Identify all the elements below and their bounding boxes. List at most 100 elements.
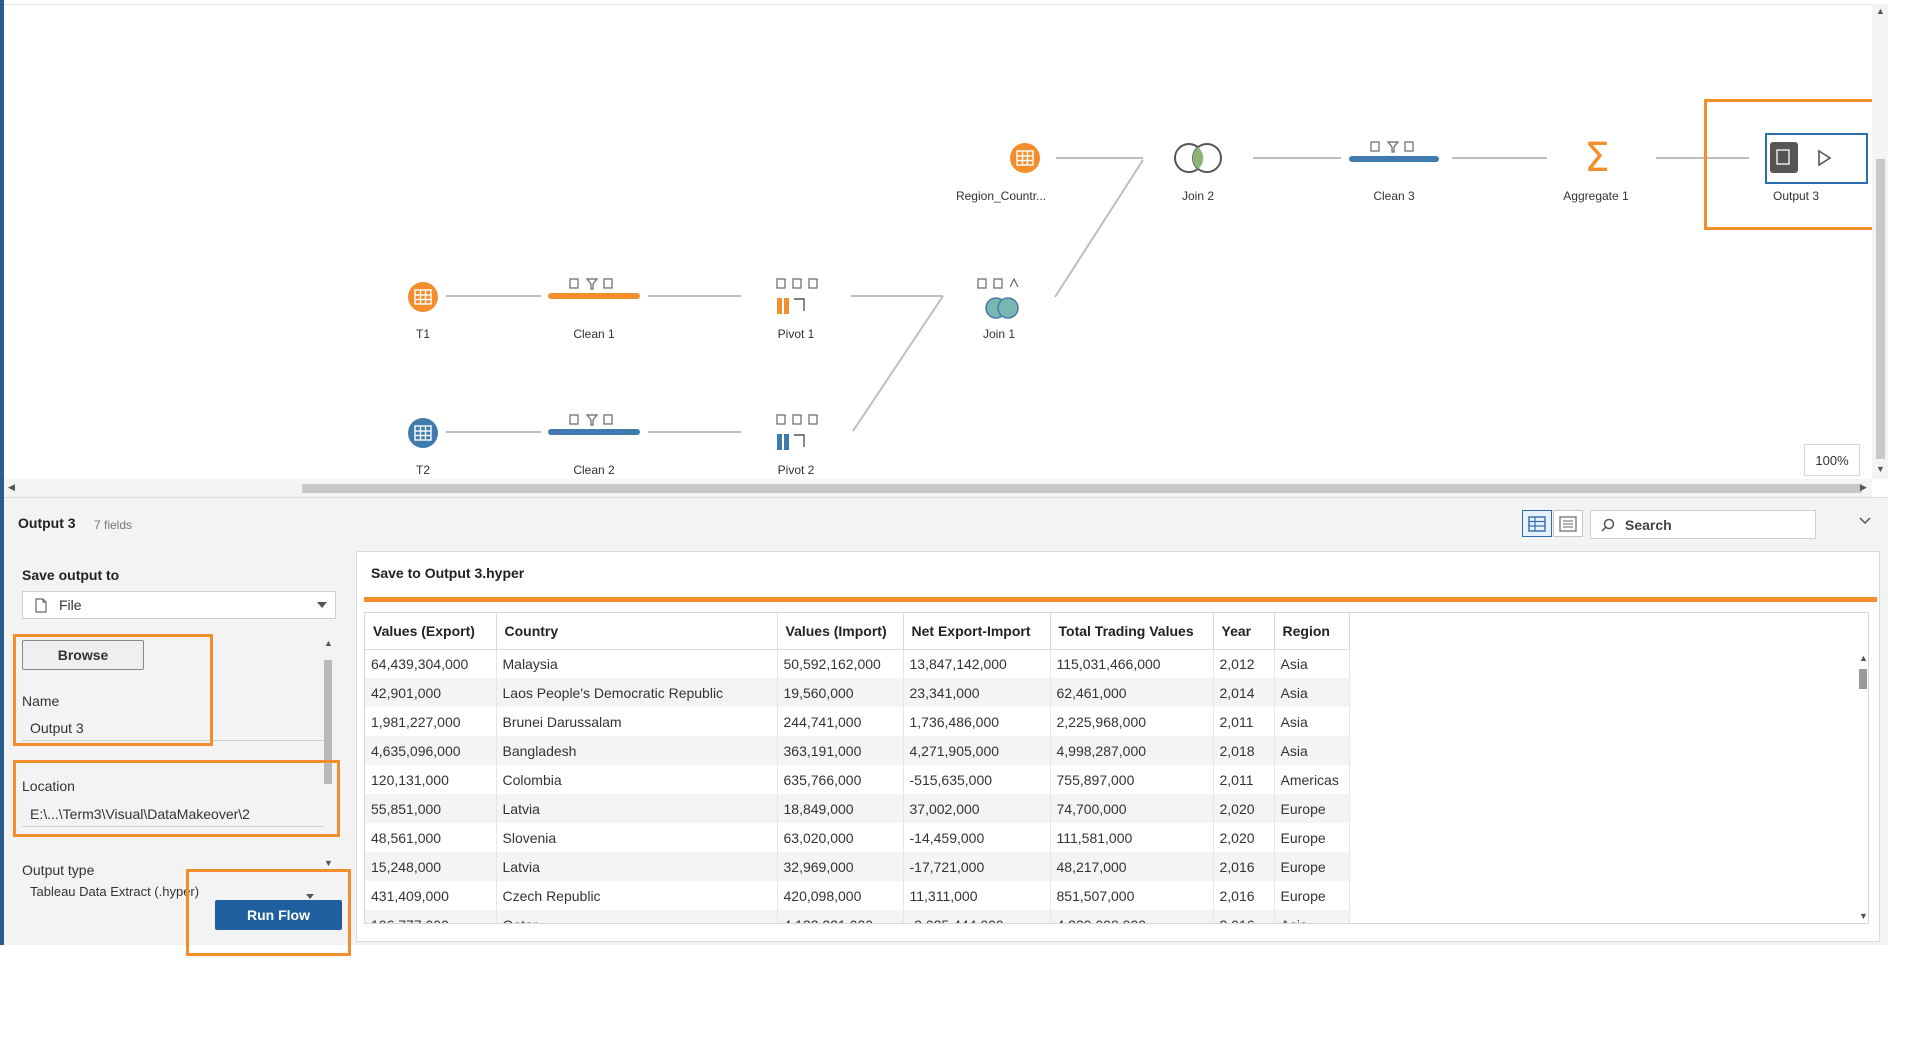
table-cell: 420,098,000 xyxy=(777,881,904,910)
scroll-down-arrow[interactable]: ▼ xyxy=(1876,464,1885,474)
table-cell: 115,031,466,000 xyxy=(1050,649,1214,678)
table-cell: Americas xyxy=(1274,765,1350,794)
output3-node[interactable] xyxy=(1765,133,1868,184)
t1-input-node[interactable] xyxy=(408,282,438,312)
tableau-prep-window: Σ Region_Countr... Join 2 Clean 3 Aggreg… xyxy=(0,0,1888,956)
search-icon xyxy=(1601,518,1615,532)
table-cell: 1,981,227,000 xyxy=(365,707,497,736)
location-label: Location xyxy=(22,778,75,794)
region-input-node[interactable] xyxy=(1010,143,1040,173)
table-cell: 851,507,000 xyxy=(1050,881,1214,910)
table-cell: 64,439,304,000 xyxy=(365,649,497,678)
field-count: 7 fields xyxy=(94,518,133,532)
scroll-up-arrow[interactable]: ▲ xyxy=(324,638,333,648)
table-row[interactable]: 42,901,000 Laos People's Democratic Repub… xyxy=(365,678,1350,707)
node-label-t1: T1 xyxy=(415,327,430,341)
preview-title: Save to Output 3.hyper xyxy=(371,565,525,581)
chevron-down-icon[interactable] xyxy=(1858,516,1872,526)
column-header[interactable]: Values (Import) xyxy=(777,613,904,650)
table-icon xyxy=(408,418,438,448)
aggregate1-node[interactable]: Σ xyxy=(1584,135,1609,181)
table-cell: 2,020 xyxy=(1213,823,1275,852)
table-row[interactable]: 64,439,304,000 Malaysia 50,592,162,000 13,8… xyxy=(365,649,1350,678)
column-header[interactable]: Total Trading Values xyxy=(1050,613,1214,650)
pivot1-node[interactable] xyxy=(776,278,818,314)
node-label-output3: Output 3 xyxy=(1772,189,1820,203)
config-scrollbar[interactable]: ▲ ▼ xyxy=(322,636,334,872)
table-row[interactable]: 15,248,000 Latvia 32,969,000 -17,721,000 48,… xyxy=(365,852,1350,881)
table-cell: 2,018 xyxy=(1213,736,1275,765)
node-label-pivot1: Pivot 1 xyxy=(777,327,815,341)
table-cell: 244,741,000 xyxy=(777,707,904,736)
table-row[interactable]: 431,409,000 Czech Republic 420,098,000 11,3… xyxy=(365,881,1350,910)
table-row[interactable]: 1,981,227,000 Brunei Darussalam 244,741,00… xyxy=(365,707,1350,736)
table-cell: Bangladesh xyxy=(496,736,778,765)
scroll-right-arrow[interactable]: ▶ xyxy=(1860,482,1867,493)
run-flow-button[interactable]: Run Flow xyxy=(215,900,342,930)
scroll-down-arrow[interactable]: ▼ xyxy=(324,858,333,868)
t2-input-node[interactable] xyxy=(408,418,438,448)
table-cell: 2,012 xyxy=(1213,649,1275,678)
canvas-horizontal-scrollbar[interactable]: ◀ ▶ xyxy=(4,479,1872,497)
name-field[interactable]: Output 3 xyxy=(22,720,324,741)
column-header[interactable]: Values (Export) xyxy=(365,613,497,650)
column-header[interactable]: Year xyxy=(1213,613,1275,650)
location-field[interactable]: E:\...\Term3\Visual\DataMakeover\2 xyxy=(22,806,324,827)
table-cell: Czech Republic xyxy=(496,881,778,910)
table-row[interactable]: 106,777,000Qatar4,132,221,000-2,025,444,… xyxy=(365,910,1350,923)
table-cell: 2,011 xyxy=(1213,765,1275,794)
clean3-node[interactable] xyxy=(1349,141,1439,162)
pivot2-node[interactable] xyxy=(776,414,818,450)
name-label: Name xyxy=(22,693,60,709)
scrollbar-thumb[interactable] xyxy=(1876,159,1885,459)
scrollbar-thumb[interactable] xyxy=(324,660,332,784)
table-cell: 62,461,000 xyxy=(1050,678,1214,707)
table-cell: 2,225,968,000 xyxy=(1050,707,1214,736)
join2-node[interactable] xyxy=(1174,143,1222,173)
table-row[interactable]: 120,131,000 Colombia 635,766,000 -515,635,0… xyxy=(365,765,1350,794)
table-cell: Latvia xyxy=(496,852,778,881)
scroll-left-arrow[interactable]: ◀ xyxy=(8,482,15,493)
output-type-label: Output type xyxy=(22,862,95,878)
scroll-up-arrow[interactable]: ▲ xyxy=(1859,653,1868,663)
clean2-node[interactable] xyxy=(548,414,640,435)
table-cell: 63,020,000 xyxy=(777,823,904,852)
flow-canvas[interactable]: Σ Region_Countr... Join 2 Clean 3 Aggreg… xyxy=(4,4,1881,479)
column-header[interactable]: Region xyxy=(1274,613,1350,650)
table-cell: Laos People's Democratic Republic xyxy=(496,678,778,707)
join-step-icons xyxy=(977,277,1019,289)
output-preview-card: Save to Output 3.hyper Values (Export) C… xyxy=(356,551,1880,942)
browse-button[interactable]: Browse xyxy=(22,640,144,670)
zoom-level[interactable]: 100% xyxy=(1804,444,1860,476)
scroll-down-arrow[interactable]: ▼ xyxy=(1859,911,1868,921)
table-cell: 42,901,000 xyxy=(365,678,497,707)
join1-node[interactable] xyxy=(977,277,1019,319)
table-cell: 4,271,905,000 xyxy=(903,736,1051,765)
table-cell: Asia xyxy=(1274,649,1350,678)
scroll-up-arrow[interactable]: ▲ xyxy=(1876,6,1885,16)
table-cell: 19,560,000 xyxy=(777,678,904,707)
table-scrollbar[interactable]: ▲ ▼ xyxy=(1857,653,1868,923)
table-cell: 2,011 xyxy=(1213,707,1275,736)
table-cell: Asia xyxy=(1274,707,1350,736)
table-row[interactable]: 4,635,096,000 Bangladesh 363,191,000 4,271,… xyxy=(365,736,1350,765)
table-cell: Colombia xyxy=(496,765,778,794)
node-label-join2: Join 2 xyxy=(1181,189,1215,203)
canvas-vertical-scrollbar[interactable]: ▲ ▼ xyxy=(1872,4,1888,479)
search-field[interactable]: Search xyxy=(1590,510,1816,539)
table-row[interactable]: 48,561,000 Slovenia 63,020,000 -14,459,000 1… xyxy=(365,823,1350,852)
caret-down-icon xyxy=(317,602,327,608)
scrollbar-thumb[interactable] xyxy=(302,484,1862,493)
save-output-to-select[interactable]: File xyxy=(22,591,336,619)
scrollbar-thumb[interactable] xyxy=(1859,669,1867,689)
node-label-clean1: Clean 1 xyxy=(573,327,615,341)
node-label-clean2: Clean 2 xyxy=(573,463,615,477)
table-cell: 2,016 xyxy=(1213,881,1275,910)
node-label-clean3: Clean 3 xyxy=(1373,189,1415,203)
table-row[interactable]: 55,851,000 Latvia 18,849,000 37,002,000 74,7… xyxy=(365,794,1350,823)
clean1-node[interactable] xyxy=(548,278,640,299)
column-header[interactable]: Net Export-Import xyxy=(903,613,1051,650)
column-header[interactable]: Country xyxy=(496,613,778,650)
list-view-toggle[interactable] xyxy=(1553,510,1583,537)
grid-view-toggle[interactable] xyxy=(1522,510,1552,537)
